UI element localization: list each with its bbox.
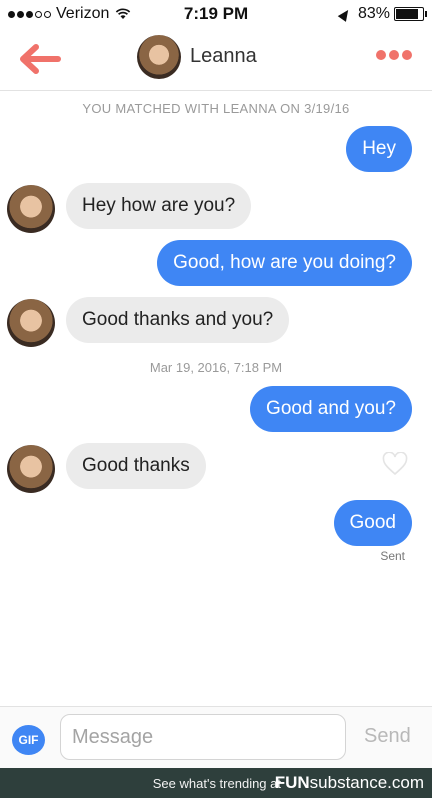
message-composer: GIF Send: [0, 706, 432, 769]
message-timestamp: Mar 19, 2016, 7:18 PM: [149, 360, 283, 375]
message-avatar[interactable]: [7, 299, 55, 347]
brand-bold: FUN: [274, 773, 310, 792]
location-arrow-icon: [337, 6, 353, 22]
battery-icon: [394, 7, 427, 21]
message-bubble-outgoing[interactable]: Good, how are you doing?: [157, 240, 412, 286]
message-bubble-incoming[interactable]: Good thanks: [66, 443, 206, 489]
more-options-icon: [376, 50, 386, 60]
contact-avatar[interactable]: [137, 35, 181, 79]
contact-name[interactable]: Leanna: [190, 45, 257, 68]
send-button[interactable]: Send: [364, 725, 411, 748]
match-banner: YOU MATCHED WITH LEANNA ON 3/19/16: [82, 101, 350, 116]
heart-icon[interactable]: [382, 452, 408, 476]
message-bubble-outgoing[interactable]: Hey: [346, 126, 412, 172]
watermark-tagline: See what's trending at: [152, 776, 281, 791]
back-button[interactable]: [20, 44, 62, 74]
gif-button[interactable]: GIF: [12, 725, 45, 755]
watermark-brand: FUNsubstance.com: [275, 773, 424, 793]
more-options-button[interactable]: [376, 50, 412, 60]
message-bubble-incoming[interactable]: Hey how are you?: [66, 183, 252, 229]
message-bubble-outgoing[interactable]: Good: [333, 500, 412, 546]
status-bar: Verizon 7:19 PM 83%: [0, 0, 432, 30]
chat-header: Leanna: [0, 30, 432, 91]
message-avatar[interactable]: [7, 185, 55, 233]
sent-status: Sent: [380, 549, 405, 563]
watermark-banner: See what's trending at FUNsubstance.com: [0, 768, 432, 798]
battery-percent: 83%: [357, 5, 390, 22]
back-arrow-icon: [20, 44, 61, 74]
message-bubble-outgoing[interactable]: Good and you?: [250, 386, 412, 432]
brand-rest: substance.com: [309, 773, 424, 792]
message-avatar[interactable]: [7, 445, 55, 493]
message-bubble-incoming[interactable]: Good thanks and you?: [66, 297, 290, 343]
message-input[interactable]: [60, 714, 346, 760]
